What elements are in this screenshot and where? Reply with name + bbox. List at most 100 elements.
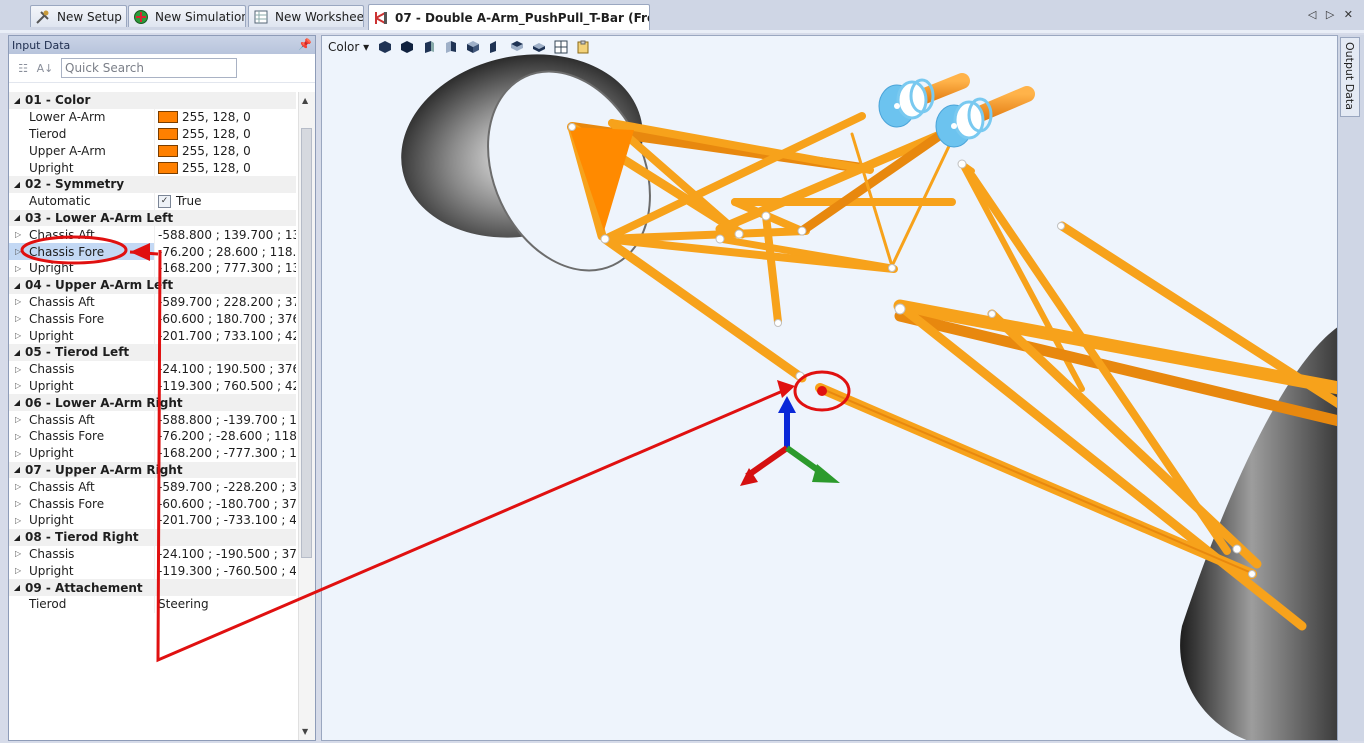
alphabetical-sort-icon[interactable]: A↓ [35, 58, 55, 78]
output-data-tab[interactable]: Output Data [1340, 37, 1360, 117]
category-header[interactable]: ◢ 05 - Tierod Left [9, 343, 296, 361]
clipboard-icon[interactable] [575, 39, 591, 55]
collapse-icon[interactable]: ◢ [9, 533, 25, 542]
property-value-cell[interactable]: -119.300 ; -760.500 ; 424 [155, 564, 296, 578]
tab-double-a-arm[interactable]: 07 - Double A-Arm_PushPull_T-Bar (Front)… [368, 4, 650, 30]
category-header[interactable]: ◢ 07 - Upper A-Arm Right [9, 461, 296, 479]
property-row[interactable]: Upper A-Arm 255, 128, 0 [9, 142, 296, 160]
color-dropdown[interactable]: Color ▾ [328, 40, 369, 54]
property-name-cell[interactable]: ▷ Chassis Aft [9, 478, 155, 496]
color-swatch[interactable] [158, 144, 178, 157]
category-header[interactable]: ◢ 03 - Lower A-Arm Left [9, 209, 296, 227]
property-row[interactable]: ▷ Chassis Aft -589.700 ; 228.200 ; 376. [9, 293, 296, 311]
property-value-cell[interactable]: -588.800 ; 139.700 ; 135. [155, 228, 296, 242]
property-name-cell[interactable]: ▷ Chassis Aft [9, 411, 155, 428]
property-row[interactable]: ▷ Chassis -24.100 ; -190.500 ; 376. [9, 545, 296, 563]
property-value-cell[interactable]: 255, 128, 0 [155, 144, 296, 158]
category-header[interactable]: ◢ 06 - Lower A-Arm Right [9, 394, 296, 412]
category-header[interactable]: ◢ 01 - Color [9, 92, 296, 109]
property-value-cell[interactable]: 255, 128, 0 [155, 110, 296, 124]
property-row[interactable]: ▷ Chassis Aft -588.800 ; -139.700 ; 135 [9, 411, 296, 428]
expand-icon[interactable]: ▷ [15, 230, 21, 239]
property-value-cell[interactable]: 255, 128, 0 [155, 127, 296, 141]
property-value-cell[interactable]: -588.800 ; -139.700 ; 135 [155, 413, 296, 427]
property-value-cell[interactable]: -589.700 ; -228.200 ; 376 [155, 480, 296, 494]
property-row[interactable]: ▷ Upright -201.700 ; 733.100 ; 422. [9, 327, 296, 344]
property-name-cell[interactable]: ▷ Chassis Fore [9, 243, 155, 260]
expand-icon[interactable]: ▷ [15, 331, 21, 340]
color-swatch[interactable] [158, 161, 178, 174]
property-value-cell[interactable]: -201.700 ; -733.100 ; 422 [155, 513, 296, 527]
quick-search-input[interactable] [61, 58, 237, 78]
tab-new-worksheet[interactable]: New Worksheet [248, 5, 364, 27]
property-value-cell[interactable]: -589.700 ; 228.200 ; 376. [155, 295, 296, 309]
property-name-cell[interactable]: ▷ Upright [9, 511, 155, 529]
property-row[interactable]: Tierod 255, 128, 0 [9, 125, 296, 143]
property-name-cell[interactable]: ▷ Chassis [9, 360, 155, 378]
property-name-cell[interactable]: ▷ Upright [9, 562, 155, 580]
bottom-view-icon[interactable] [531, 39, 547, 55]
property-row[interactable]: ▷ Chassis -24.100 ; 190.500 ; 376.4 [9, 360, 296, 378]
property-row[interactable]: ▷ Upright -168.200 ; -777.300 ; 134 [9, 444, 296, 462]
expand-icon[interactable]: ▷ [15, 264, 21, 273]
category-header[interactable]: ◢ 08 - Tierod Right [9, 528, 296, 546]
property-name-cell[interactable]: Lower A-Arm [9, 108, 155, 126]
collapse-icon[interactable]: ◢ [9, 180, 25, 189]
property-value-cell[interactable]: Steering [155, 597, 296, 611]
property-value-cell[interactable]: -168.200 ; 777.300 ; 134. [155, 261, 296, 275]
property-name-cell[interactable]: ▷ Chassis Aft [9, 226, 155, 244]
expand-icon[interactable]: ▷ [15, 549, 21, 558]
top-view-icon[interactable] [509, 39, 525, 55]
collapse-icon[interactable]: ◢ [9, 281, 25, 290]
property-row[interactable]: Upright 255, 128, 0 [9, 159, 296, 176]
property-name-cell[interactable]: ▷ Chassis Aft [9, 293, 155, 311]
tab-scroll-arrows[interactable]: ◁ ▷ ✕ [1308, 8, 1356, 21]
property-row[interactable]: ▷ Upright -168.200 ; 777.300 ; 134. [9, 259, 296, 277]
property-value-cell[interactable]: -24.100 ; 190.500 ; 376.4 [155, 362, 296, 376]
property-row[interactable]: ▷ Chassis Aft -588.800 ; 139.700 ; 135. [9, 226, 296, 244]
side-view-icon[interactable] [443, 39, 459, 55]
property-row[interactable]: Tierod Steering [9, 595, 296, 613]
category-header[interactable]: ◢ 04 - Upper A-Arm Left [9, 276, 296, 294]
collapse-icon[interactable]: ◢ [9, 583, 25, 592]
tab-new-simulation[interactable]: New Simulation [128, 5, 246, 27]
property-row[interactable]: ▷ Chassis Fore -76.200 ; -28.600 ; 118.6 [9, 427, 296, 445]
property-value-cell[interactable]: -76.200 ; -28.600 ; 118.6 [155, 429, 296, 443]
solid-view-icon[interactable] [399, 39, 415, 55]
scroll-up-icon[interactable]: ▲ [302, 96, 308, 105]
expand-icon[interactable]: ▷ [15, 432, 21, 441]
property-name-cell[interactable]: Automatic [9, 192, 155, 210]
expand-icon[interactable]: ▷ [15, 415, 21, 424]
3d-viewport[interactable]: Color ▾ [321, 35, 1338, 741]
property-value-cell[interactable]: -60.600 ; 180.700 ; 376.4 [155, 312, 296, 326]
expand-icon[interactable]: ▷ [15, 314, 21, 323]
property-name-cell[interactable]: Tierod [9, 595, 155, 613]
suspension-scene[interactable] [322, 36, 1338, 741]
property-value-cell[interactable]: -119.300 ; 760.500 ; 424. [155, 379, 296, 393]
property-row[interactable]: ▷ Upright -119.300 ; 760.500 ; 424. [9, 377, 296, 395]
property-row[interactable]: ▷ Chassis Fore -60.600 ; 180.700 ; 376.4 [9, 310, 296, 328]
scroll-down-icon[interactable]: ▼ [302, 727, 308, 736]
property-name-cell[interactable]: ▷ Chassis [9, 545, 155, 563]
property-row[interactable]: Automatic ✓ True [9, 192, 296, 210]
property-name-cell[interactable]: ▷ Upright [9, 444, 155, 462]
property-name-cell[interactable]: ▷ Upright [9, 327, 155, 344]
expand-icon[interactable]: ▷ [15, 297, 21, 306]
expand-icon[interactable]: ▷ [15, 247, 21, 256]
collapse-icon[interactable]: ◢ [9, 465, 25, 474]
category-header[interactable]: ◢ 09 - Attachement [9, 579, 296, 596]
property-value-cell[interactable]: -201.700 ; 733.100 ; 422. [155, 329, 296, 343]
front-view-icon[interactable] [421, 39, 437, 55]
back-view-icon[interactable] [487, 39, 503, 55]
checkbox[interactable]: ✓ [158, 194, 171, 208]
panel-scrollbar[interactable]: ▲ ▼ [298, 92, 315, 740]
expand-icon[interactable]: ▷ [15, 482, 21, 491]
color-swatch[interactable] [158, 111, 178, 124]
collapse-icon[interactable]: ◢ [9, 213, 25, 222]
property-value-cell[interactable]: -60.600 ; -180.700 ; 376. [155, 497, 296, 511]
expand-icon[interactable]: ▷ [15, 566, 21, 575]
category-header[interactable]: ◢ 02 - Symmetry [9, 175, 296, 193]
collapse-icon[interactable]: ◢ [9, 96, 25, 105]
categorized-sort-icon[interactable]: ☷ [13, 58, 33, 78]
expand-icon[interactable]: ▷ [15, 516, 21, 525]
